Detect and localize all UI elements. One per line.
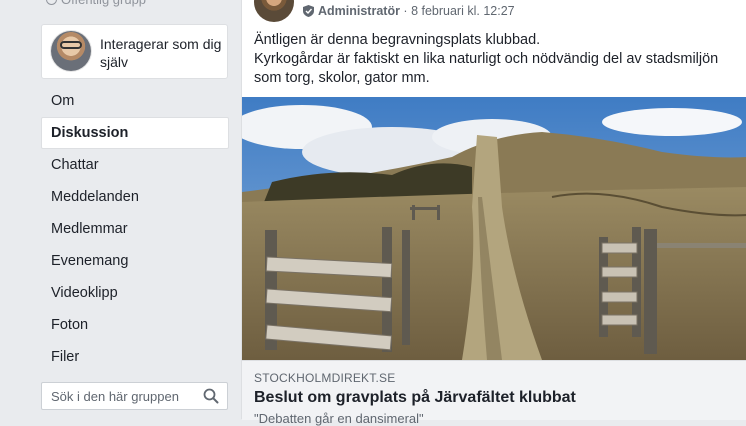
post-text-line: Kyrkogårdar är faktiskt en lika naturlig… (254, 51, 719, 86)
discussion-post: Administratör · 8 februari kl. 12:27 Änt… (241, 0, 746, 426)
admin-shield-icon (303, 5, 314, 17)
group-privacy: Offentlig grupp (46, 0, 146, 7)
nav-item-om[interactable]: Om (41, 85, 229, 117)
group-sidebar: Offentlig grupp Interagerar som dig själ… (0, 0, 240, 419)
nav-item-videoklipp[interactable]: Videoklipp (41, 277, 229, 309)
nav-item-chattar[interactable]: Chattar (41, 149, 229, 181)
group-type-label: Offentlig grupp (61, 0, 146, 7)
link-preview-footer[interactable]: STOCKHOLMDIREKT.SE Beslut om gravplats p… (242, 360, 746, 426)
author-avatar[interactable] (254, 0, 294, 22)
nav-item-diskussion[interactable]: Diskussion (41, 117, 229, 149)
group-nav: Om Diskussion Chattar Meddelanden Medlem… (41, 85, 229, 373)
nav-item-evenemang[interactable]: Evenemang (41, 245, 229, 277)
nav-item-meddelanden[interactable]: Meddelanden (41, 181, 229, 213)
link-title[interactable]: Beslut om gravplats på Järvafältet klubb… (254, 389, 576, 407)
post-text-line: Äntligen är denna begravningsplats klubb… (254, 32, 541, 48)
group-search-input[interactable] (42, 383, 201, 409)
link-domain: STOCKHOLMDIREKT.SE (254, 371, 396, 385)
nav-item-foton[interactable]: Foton (41, 309, 229, 341)
nav-item-medlemmar[interactable]: Medlemmar (41, 213, 229, 245)
globe-icon (46, 0, 57, 5)
interact-as-selector[interactable]: Interagerar som dig själv (41, 24, 228, 79)
post-body: Äntligen är denna begravningsplats klubb… (254, 31, 739, 88)
post-meta: Administratör · 8 februari kl. 12:27 (303, 4, 515, 18)
post-timestamp[interactable]: 8 februari kl. 12:27 (411, 4, 515, 18)
interact-as-label: Interagerar som dig själv (100, 36, 222, 70)
group-search[interactable] (41, 382, 228, 410)
landscape-photo (242, 97, 746, 360)
author-role[interactable]: Administratör (318, 4, 400, 18)
search-icon[interactable] (203, 388, 219, 404)
link-preview-image[interactable] (242, 97, 746, 360)
nav-item-filer[interactable]: Filer (41, 341, 229, 373)
user-avatar (51, 31, 91, 71)
